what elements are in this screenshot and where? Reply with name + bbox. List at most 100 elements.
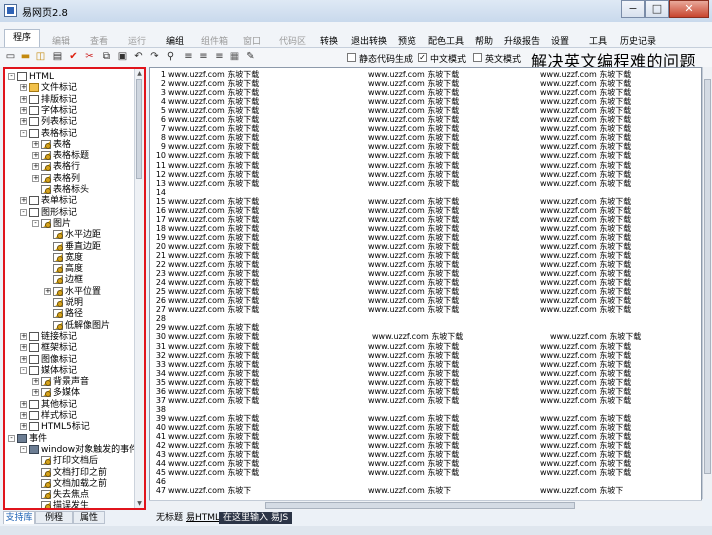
expand-icon[interactable]: + [20, 118, 27, 126]
code-editor[interactable]: 1 www.uzzf.com 东坡下载 www.uzzf.com 东坡下载 www.u… [149, 67, 702, 510]
minimize-button[interactable]: − [621, 0, 645, 18]
tree-node[interactable]: + HTML5标记 [20, 422, 90, 433]
tree-node[interactable]: 文档加载之前 [32, 478, 107, 490]
expand-icon[interactable]: + [32, 389, 39, 397]
new-file-icon[interactable]: ▭ [5, 51, 16, 62]
menu-item-10[interactable]: 配色工具 [428, 34, 464, 47]
tab-examples[interactable]: 例程 [35, 511, 73, 524]
menu-item-12[interactable]: 升级报告 [504, 34, 540, 47]
collapse-icon[interactable]: - [20, 445, 27, 453]
tab-easy-js[interactable]: 在这里输入 易JS [219, 512, 293, 524]
menu-item-1[interactable]: 查看 [90, 34, 108, 47]
open-folder-icon[interactable]: ▬ [20, 51, 31, 62]
collapse-icon[interactable]: - [8, 73, 15, 80]
menu-item-9[interactable]: 预览 [398, 34, 416, 47]
tree-node[interactable]: + 框架标记 [20, 343, 77, 354]
library-tree[interactable]: - HTML + 文件标记 + 排版标记 + 字体标记 + 列表标记 - 表格标记 + 表格 + 表格标题 + 表… [3, 67, 146, 510]
tree-node[interactable]: - window对象触发的事件 [20, 444, 138, 456]
tree-node[interactable]: + 排版标记 [20, 94, 77, 106]
tab-properties[interactable]: 属性 [73, 511, 105, 524]
tree-node[interactable]: + 表单标记 [20, 196, 77, 207]
edit-icon[interactable]: ✎ [245, 51, 256, 62]
expand-icon[interactable]: + [32, 378, 39, 386]
collapse-icon[interactable]: - [32, 219, 39, 227]
editor-horizontal-scrollbar[interactable] [149, 500, 702, 510]
find-icon[interactable]: ⚲ [165, 51, 176, 62]
editor-vscroll-thumb[interactable] [704, 79, 711, 474]
tab-program[interactable]: 程序 [4, 29, 40, 47]
tree-node[interactable]: + 表格行 [32, 162, 80, 173]
chinese-mode-checkbox[interactable]: ✓ [418, 53, 427, 62]
tree-node[interactable]: 失去焦点 [32, 490, 89, 501]
scroll-up-icon[interactable]: ▲ [135, 69, 144, 78]
tree-node[interactable]: + 字体标记 [20, 105, 77, 117]
align-right-icon[interactable]: ≡ [214, 51, 225, 62]
tree-node[interactable]: - 媒体标记 [20, 365, 77, 377]
open-icon[interactable]: ◫ [35, 51, 46, 62]
tree-scrollbar[interactable]: ▲ ▼ [134, 69, 144, 508]
expand-icon[interactable]: + [32, 152, 39, 160]
menu-item-2[interactable]: 运行 [128, 34, 146, 47]
tree-node[interactable]: 打印文档后 [32, 456, 98, 467]
paste-icon[interactable]: ▣ [117, 51, 128, 62]
tab-easy-html[interactable]: 易HTML [186, 512, 220, 524]
expand-icon[interactable]: + [32, 140, 39, 148]
tree-node[interactable]: 说明 [44, 298, 83, 309]
expand-icon[interactable]: + [20, 344, 27, 352]
editor-vertical-scrollbar[interactable] [702, 67, 712, 499]
tree-node[interactable]: + 水平位置 [44, 286, 101, 298]
tree-node[interactable]: + 文件标记 [20, 83, 77, 94]
tree-node[interactable]: 文档打印之前 [32, 467, 107, 479]
tree-node[interactable]: 宽度 [44, 252, 83, 264]
expand-icon[interactable]: + [20, 423, 27, 431]
expand-icon[interactable]: + [20, 400, 27, 408]
tree-node[interactable]: - 事件 [8, 433, 47, 445]
tree-node[interactable]: 高度 [44, 264, 83, 275]
tree-node[interactable]: + 表格列 [32, 173, 80, 185]
expand-icon[interactable]: + [20, 106, 27, 114]
tree-node[interactable]: + 表格 [32, 139, 71, 151]
tree-node[interactable]: 描误发生 [32, 501, 89, 508]
tree-node[interactable]: + 列表标记 [20, 117, 77, 128]
tree-node[interactable]: 表格标头 [32, 185, 89, 196]
redo-icon[interactable]: ↷ [149, 51, 160, 62]
tree-node[interactable]: + 图像标记 [20, 354, 77, 366]
expand-icon[interactable]: + [20, 355, 27, 363]
collapse-icon[interactable]: - [20, 129, 27, 137]
tree-node[interactable]: + 多媒体 [32, 388, 80, 399]
static-code-checkbox[interactable] [347, 53, 356, 62]
expand-icon[interactable]: + [20, 332, 27, 340]
expand-icon[interactable]: + [20, 197, 27, 205]
tree-node[interactable]: - 图片 [32, 218, 71, 230]
menu-item-14[interactable]: 工具 [589, 34, 607, 47]
tab-library[interactable]: 支持库 [3, 511, 35, 524]
close-button[interactable]: ✕ [669, 0, 709, 18]
tree-node[interactable]: + 链接标记 [20, 331, 77, 343]
menu-item-0[interactable]: 编辑 [52, 34, 70, 47]
collapse-icon[interactable]: - [8, 434, 15, 442]
tree-node[interactable]: 路径 [44, 309, 83, 320]
copy-icon[interactable]: ⧉ [101, 51, 112, 62]
collapse-icon[interactable]: - [20, 208, 27, 216]
tree-node[interactable]: 水平边距 [44, 230, 101, 241]
english-mode-checkbox[interactable] [473, 53, 482, 62]
expand-icon[interactable]: + [20, 84, 27, 92]
tree-node[interactable]: 垂直边距 [44, 241, 101, 253]
menu-item-15[interactable]: 历史记录 [620, 34, 656, 47]
expand-icon[interactable]: + [20, 412, 27, 419]
grid-icon[interactable]: ▦ [229, 51, 240, 62]
tree-node[interactable]: + 样式标记 [20, 411, 77, 422]
check-icon[interactable]: ✔ [68, 51, 79, 62]
collapse-icon[interactable]: - [20, 366, 27, 374]
undo-icon[interactable]: ↶ [133, 51, 144, 62]
editor-hscroll-thumb[interactable] [265, 502, 575, 509]
align-left-icon[interactable]: ≡ [183, 51, 194, 62]
menu-item-4[interactable]: 组件箱 [201, 34, 228, 47]
tree-node[interactable]: - 表格标记 [20, 128, 77, 140]
tab-untitled[interactable]: 无标题 [156, 512, 183, 524]
menu-item-5[interactable]: 窗口 [243, 34, 261, 47]
save-icon[interactable]: ▤ [52, 51, 63, 62]
tree-node[interactable]: 边框 [44, 275, 83, 286]
scroll-down-icon[interactable]: ▼ [135, 499, 144, 508]
tree-scroll-thumb[interactable] [136, 79, 142, 179]
